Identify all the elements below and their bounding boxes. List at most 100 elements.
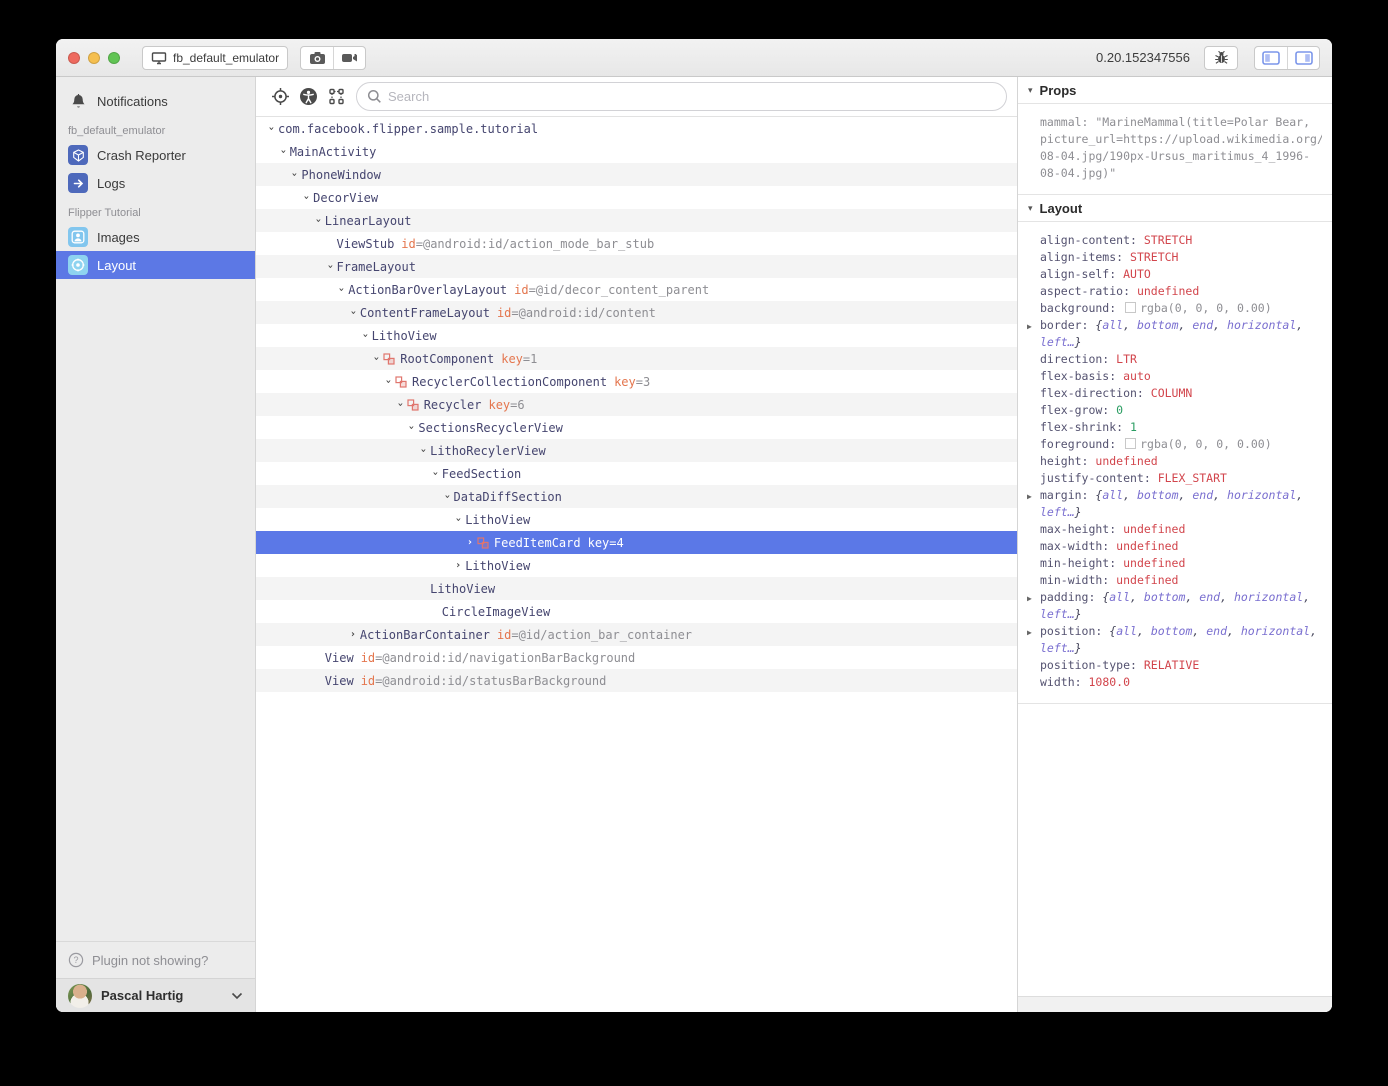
tree-row-viewstub[interactable]: ViewStubid=@android:id/action_mode_bar_s… bbox=[256, 232, 1017, 255]
tree-row-contentframelayout[interactable]: ›ContentFrameLayoutid=@android:id/conten… bbox=[256, 301, 1017, 324]
tree-row-datadiffsection[interactable]: ›DataDiffSection bbox=[256, 485, 1017, 508]
chevron-right-icon[interactable]: ▶ bbox=[1027, 318, 1032, 335]
device-selector-button[interactable]: fb_default_emulator bbox=[142, 46, 288, 70]
layout-prop-position-type: position-type: RELATIVE bbox=[1040, 657, 1322, 674]
node-name: DataDiffSection bbox=[454, 490, 562, 504]
tree-row-lithoview[interactable]: ›LithoView bbox=[256, 554, 1017, 577]
tree-row-recycler[interactable]: ›Recyclerkey=6 bbox=[256, 393, 1017, 416]
search-bar[interactable] bbox=[356, 82, 1007, 111]
layout-prop-border[interactable]: ▶border: {all, bottom, end, horizontal, … bbox=[1040, 317, 1322, 351]
node-name: MainActivity bbox=[290, 145, 377, 159]
color-swatch[interactable] bbox=[1125, 302, 1136, 313]
screenshot-button[interactable] bbox=[301, 47, 333, 69]
sidebar-item-logs[interactable]: Logs bbox=[56, 169, 255, 197]
tree-row-view[interactable]: Viewid=@android:id/statusBarBackground bbox=[256, 669, 1017, 692]
tree-row-framelayout[interactable]: ›FrameLayout bbox=[256, 255, 1017, 278]
chevron-expanded-icon[interactable]: › bbox=[359, 329, 370, 343]
chevron-expanded-icon[interactable]: › bbox=[406, 421, 417, 435]
expand-tree-button[interactable] bbox=[322, 87, 350, 106]
prop-object-field: bottom bbox=[1144, 590, 1186, 604]
minimize-window-button[interactable] bbox=[88, 52, 100, 64]
chevron-expanded-icon[interactable]: › bbox=[371, 352, 382, 366]
layout-prop-position[interactable]: ▶position: {all, bottom, end, horizontal… bbox=[1040, 623, 1322, 657]
chevron-expanded-icon[interactable]: › bbox=[277, 145, 288, 159]
prop-key: min-height: bbox=[1040, 556, 1123, 570]
prop-key: aspect-ratio: bbox=[1040, 284, 1137, 298]
chevron-expanded-icon[interactable]: › bbox=[418, 444, 429, 458]
chevron-expanded-icon[interactable]: › bbox=[429, 467, 440, 481]
tree-row-linearlayout[interactable]: ›LinearLayout bbox=[256, 209, 1017, 232]
color-swatch[interactable] bbox=[1125, 438, 1136, 449]
search-input[interactable] bbox=[388, 89, 996, 104]
tree-row-actionbaroverlaylayout[interactable]: ›ActionBarOverlayLayoutid=@id/decor_cont… bbox=[256, 278, 1017, 301]
chevron-expanded-icon[interactable]: › bbox=[266, 122, 277, 136]
target-mode-button[interactable] bbox=[266, 87, 294, 106]
prop-object-field: bottom bbox=[1151, 624, 1193, 638]
chevron-collapsed-icon[interactable]: › bbox=[451, 560, 465, 571]
bug-report-button[interactable] bbox=[1204, 46, 1238, 70]
tree-row-lithoview[interactable]: ›LithoView bbox=[256, 324, 1017, 347]
chevron-right-icon[interactable]: ▶ bbox=[1027, 488, 1032, 505]
close-window-button[interactable] bbox=[68, 52, 80, 64]
screen-record-button[interactable] bbox=[333, 47, 365, 69]
layout-inspector-panel: ›com.facebook.flipper.sample.tutorial›Ma… bbox=[256, 77, 1017, 1012]
tree-row-actionbarcontainer[interactable]: ›ActionBarContainerid=@id/action_bar_con… bbox=[256, 623, 1017, 646]
prop-object-field: all bbox=[1116, 624, 1137, 638]
chevron-right-icon[interactable]: ▶ bbox=[1027, 624, 1032, 641]
layout-prop-padding[interactable]: ▶padding: {all, bottom, end, horizontal,… bbox=[1040, 589, 1322, 623]
svg-text:?: ? bbox=[73, 955, 78, 965]
prop-value: undefined bbox=[1137, 284, 1199, 298]
user-menu[interactable]: Pascal Hartig bbox=[56, 978, 255, 1012]
tree-row-phonewindow[interactable]: ›PhoneWindow bbox=[256, 163, 1017, 186]
props-section-header[interactable]: ▾ Props bbox=[1018, 77, 1332, 104]
chevron-expanded-icon[interactable]: › bbox=[312, 214, 323, 228]
prop-key: foreground: bbox=[1040, 437, 1123, 451]
avatar bbox=[68, 984, 92, 1008]
chevron-right-icon[interactable]: ▶ bbox=[1027, 590, 1032, 607]
tree-row-circleimageview[interactable]: CircleImageView bbox=[256, 600, 1017, 623]
node-name: FeedSection bbox=[442, 467, 521, 481]
zoom-window-button[interactable] bbox=[108, 52, 120, 64]
prop-object-field: all bbox=[1109, 590, 1130, 604]
chevron-down-icon: ▾ bbox=[1028, 203, 1033, 214]
toggle-right-sidebar-button[interactable] bbox=[1287, 47, 1319, 69]
tree-row-mainactivity[interactable]: ›MainActivity bbox=[256, 140, 1017, 163]
plugin-not-showing-link[interactable]: ? Plugin not showing? bbox=[56, 942, 255, 978]
node-name: LithoView bbox=[430, 582, 495, 596]
chevron-expanded-icon[interactable]: › bbox=[324, 260, 335, 274]
tree-row-recyclercollectioncomponent[interactable]: ›RecyclerCollectionComponentkey=3 bbox=[256, 370, 1017, 393]
chevron-collapsed-icon[interactable]: › bbox=[463, 537, 477, 548]
sidebar-item-layout[interactable]: Layout bbox=[56, 251, 255, 279]
node-attr-id: id=@android:id/action_mode_bar_stub bbox=[401, 237, 654, 251]
chevron-collapsed-icon[interactable]: › bbox=[346, 629, 360, 640]
chevron-expanded-icon[interactable]: › bbox=[453, 513, 464, 527]
sidebar-item-notifications[interactable]: Notifications bbox=[56, 87, 255, 115]
chevron-expanded-icon[interactable]: › bbox=[441, 490, 452, 504]
prop-value: 0 bbox=[1116, 403, 1123, 417]
tree-row-com-facebook-flipper-sample-tutorial[interactable]: ›com.facebook.flipper.sample.tutorial bbox=[256, 117, 1017, 140]
prop-value: undefined bbox=[1123, 522, 1185, 536]
chevron-expanded-icon[interactable]: › bbox=[394, 398, 405, 412]
crash-reporter-icon bbox=[68, 145, 88, 165]
tree-row-lithoview[interactable]: ›LithoView bbox=[256, 508, 1017, 531]
sidebar-item-images[interactable]: Images bbox=[56, 223, 255, 251]
chevron-expanded-icon[interactable]: › bbox=[347, 306, 358, 320]
tree-row-feedsection[interactable]: ›FeedSection bbox=[256, 462, 1017, 485]
accessibility-mode-button[interactable] bbox=[294, 87, 322, 106]
chevron-expanded-icon[interactable]: › bbox=[289, 168, 300, 182]
tree-row-sectionsrecyclerview[interactable]: ›SectionsRecyclerView bbox=[256, 416, 1017, 439]
tree-row-decorview[interactable]: ›DecorView bbox=[256, 186, 1017, 209]
tree-row-rootcomponent[interactable]: ›RootComponentkey=1 bbox=[256, 347, 1017, 370]
layout-section-header[interactable]: ▾ Layout bbox=[1018, 195, 1332, 222]
toggle-left-sidebar-button[interactable] bbox=[1255, 47, 1287, 69]
chevron-expanded-icon[interactable]: › bbox=[301, 191, 312, 205]
layout-prop-margin[interactable]: ▶margin: {all, bottom, end, horizontal, … bbox=[1040, 487, 1322, 521]
tree-row-view[interactable]: Viewid=@android:id/navigationBarBackgrou… bbox=[256, 646, 1017, 669]
tree-row-lithoview[interactable]: LithoView bbox=[256, 577, 1017, 600]
tree-row-lithorecylerview[interactable]: ›LithoRecylerView bbox=[256, 439, 1017, 462]
chevron-expanded-icon[interactable]: › bbox=[336, 283, 347, 297]
sidebar-item-crash-reporter[interactable]: Crash Reporter bbox=[56, 141, 255, 169]
tree-row-feeditemcard[interactable]: ›FeedItemCardkey=4 bbox=[256, 531, 1017, 554]
node-attr-id: id=@android:id/navigationBarBackground bbox=[361, 651, 636, 665]
chevron-expanded-icon[interactable]: › bbox=[383, 375, 394, 389]
